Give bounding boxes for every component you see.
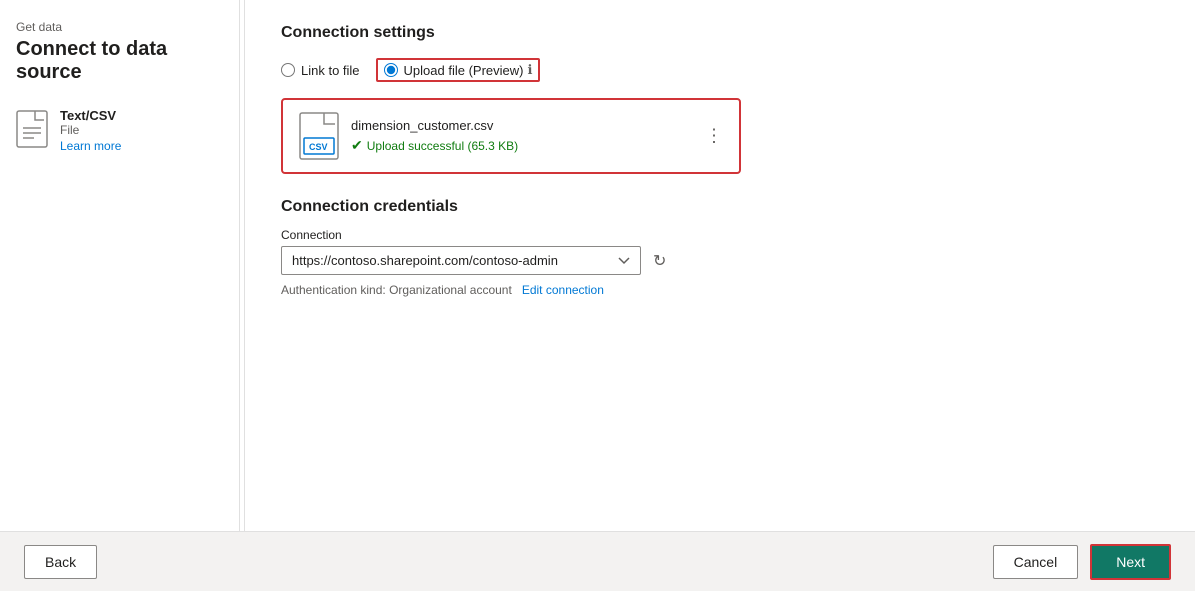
connection-settings-title: Connection settings [281,24,1163,42]
upload-file-radio[interactable] [384,63,398,77]
file-type-name: Text/CSV [60,108,121,123]
file-upload-container: CSV dimension_customer.csv ✔ Upload succ… [281,98,741,174]
auth-info: Authentication kind: Organizational acco… [281,283,1163,297]
auth-text: Authentication kind: Organizational acco… [281,283,512,297]
csv-file-icon: CSV [299,112,339,160]
link-to-file-option[interactable]: Link to file [281,63,360,78]
file-name: dimension_customer.csv [351,118,723,133]
next-button[interactable]: Next [1090,544,1171,580]
info-icon[interactable]: ℹ [527,62,532,78]
more-options-button[interactable]: ⋮ [697,122,731,151]
connection-row: https://contoso.sharepoint.com/contoso-a… [281,246,1163,275]
upload-option-wrapper: Upload file (Preview) ℹ [376,58,541,82]
check-icon: ✔ [351,137,363,154]
file-type-item: Text/CSV File Learn more [16,108,223,153]
text-csv-icon [16,110,48,148]
file-type-label: File [60,123,121,137]
connection-field-label: Connection [281,228,1163,242]
upload-file-option[interactable]: Upload file (Preview) [384,63,524,78]
footer-right: Cancel Next [993,544,1171,580]
cancel-button[interactable]: Cancel [993,545,1079,579]
file-type-info: Text/CSV File Learn more [60,108,121,153]
learn-more-link[interactable]: Learn more [60,139,121,153]
link-to-file-radio[interactable] [281,63,295,77]
refresh-button[interactable]: ↻ [649,247,670,275]
back-button[interactable]: Back [24,545,97,579]
upload-status: ✔ Upload successful (65.3 KB) [351,137,723,154]
upload-file-label: Upload file (Preview) [404,63,524,78]
credentials-section: Connection credentials Connection https:… [281,198,1163,297]
link-to-file-label: Link to file [301,63,360,78]
file-info: dimension_customer.csv ✔ Upload successf… [351,118,723,154]
main-panel: Connection settings Link to file Upload … [249,0,1195,531]
page-label: Get data [16,20,223,34]
credentials-title: Connection credentials [281,198,1163,216]
sidebar-divider [244,0,245,531]
edit-connection-link[interactable]: Edit connection [522,283,604,297]
connection-select[interactable]: https://contoso.sharepoint.com/contoso-a… [281,246,641,275]
svg-text:CSV: CSV [309,142,328,152]
page-title: Connect to data source [16,38,223,84]
sidebar: Get data Connect to data source Text/CSV… [0,0,240,531]
radio-group: Link to file Upload file (Preview) ℹ [281,58,1163,82]
footer: Back Cancel Next [0,531,1195,591]
upload-status-text: Upload successful (65.3 KB) [367,139,518,153]
